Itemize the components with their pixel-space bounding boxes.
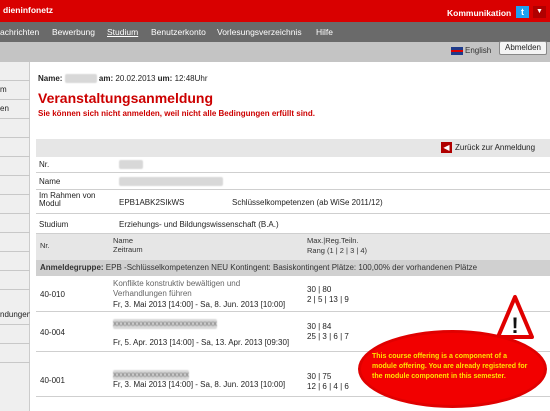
warning-glyph: ! bbox=[511, 313, 518, 338]
callout-message: This course offering is a component of a… bbox=[372, 353, 528, 380]
